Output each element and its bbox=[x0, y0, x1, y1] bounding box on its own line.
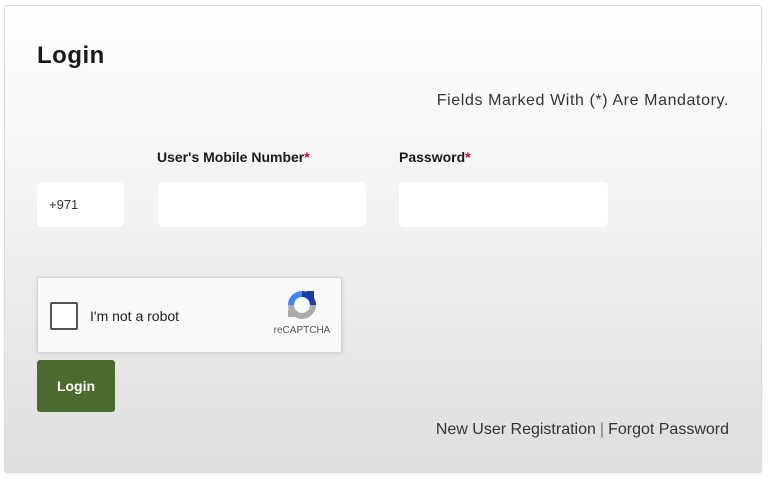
link-separator: | bbox=[599, 421, 605, 438]
login-button[interactable]: Login bbox=[37, 360, 115, 412]
password-label: Password* bbox=[399, 149, 471, 165]
footer-links: New User Registration | Forgot Password bbox=[436, 421, 729, 439]
required-mark: * bbox=[465, 149, 471, 165]
login-card: Login Fields Marked With (*) Are Mandato… bbox=[4, 5, 762, 473]
forgot-password-link[interactable]: Forgot Password bbox=[608, 421, 729, 438]
new-user-registration-link[interactable]: New User Registration bbox=[436, 421, 596, 438]
mobile-number-label: User's Mobile Number* bbox=[157, 149, 310, 165]
page-title: Login bbox=[37, 42, 105, 69]
mobile-number-label-text: User's Mobile Number bbox=[157, 149, 305, 165]
country-code-field[interactable] bbox=[37, 182, 124, 227]
recaptcha-brand: reCAPTCHA bbox=[273, 325, 331, 336]
required-mark: * bbox=[304, 149, 310, 165]
mandatory-note: Fields Marked With (*) Are Mandatory. bbox=[436, 92, 729, 109]
mobile-number-input[interactable] bbox=[158, 182, 366, 227]
recaptcha-checkbox[interactable] bbox=[50, 302, 78, 330]
password-input[interactable] bbox=[399, 182, 608, 227]
recaptcha-widget: I'm not a robot reCAPTCHA bbox=[37, 277, 342, 353]
recaptcha-label: I'm not a robot bbox=[90, 308, 180, 324]
password-label-text: Password bbox=[399, 149, 466, 165]
recaptcha-logo-icon bbox=[288, 291, 316, 319]
